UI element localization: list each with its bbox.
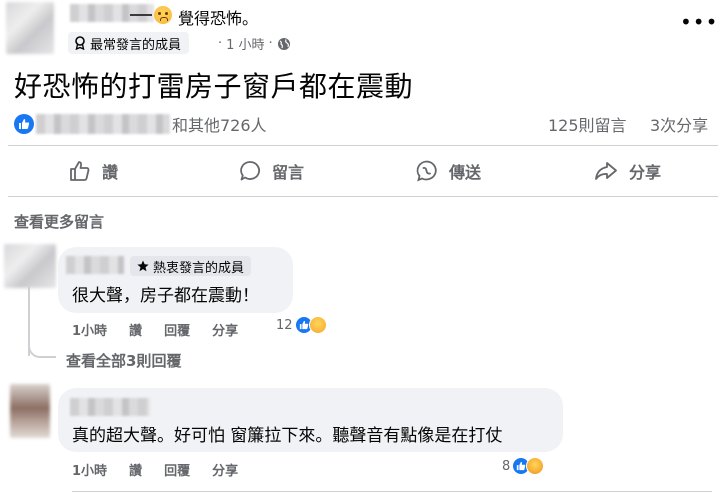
care-face-icon	[526, 457, 545, 475]
comment-like-link[interactable]: 讚	[129, 460, 142, 479]
share-label: 分享	[629, 163, 662, 182]
reactor-names-redacted[interactable]	[36, 114, 170, 134]
poster-name-redacted[interactable]	[70, 4, 154, 22]
messenger-icon	[416, 160, 437, 182]
member-badge-label: 最常發言的成員	[90, 37, 182, 53]
comment-share-link[interactable]: 分享	[212, 460, 238, 479]
member-badge: 最常發言的成員	[68, 32, 190, 54]
comment-text: 真的超大聲。好可怕 窗簾拉下來。聽聲音有點像是在打仗	[72, 426, 503, 446]
comment-icon	[240, 161, 260, 181]
divider	[8, 145, 718, 146]
send-button[interactable]: 傳送	[415, 154, 481, 188]
comment-actions: 1小時 讚 回覆 分享	[72, 320, 238, 339]
thumbs-up-icon	[70, 161, 90, 181]
scared-face-icon	[154, 6, 172, 24]
comments-count[interactable]: 125則留言	[548, 112, 627, 136]
comment-time[interactable]: 1小時	[72, 460, 107, 479]
award-icon	[75, 36, 85, 50]
more-options-icon[interactable]: •••	[680, 10, 718, 34]
feeling-text: 覺得恐怖。	[178, 9, 259, 28]
comment-reply-link[interactable]: 回覆	[164, 320, 190, 339]
star-icon	[137, 260, 149, 272]
share-arrow-icon	[595, 162, 617, 180]
view-more-comments-link[interactable]: 查看更多留言	[14, 211, 104, 232]
commenter-avatar[interactable]	[10, 384, 50, 438]
commenter-name-redacted[interactable]	[70, 398, 150, 416]
comment-like-link[interactable]: 讚	[129, 320, 142, 339]
thumbs-up-icon	[19, 119, 30, 129]
comment-reactions[interactable]: 8	[502, 457, 545, 475]
thumbs-up-icon	[299, 320, 308, 330]
like-button[interactable]: 讚	[68, 154, 118, 188]
comment-reaction-count: 12	[276, 317, 293, 333]
comment-reply-link[interactable]: 回覆	[164, 460, 190, 479]
fan-badge: 熱衷發言的成員	[130, 256, 252, 276]
send-label: 傳送	[449, 163, 482, 182]
commenter-avatar[interactable]	[4, 244, 56, 288]
comment-actions: 1小時 讚 回覆 分享	[72, 460, 238, 479]
like-label: 讚	[102, 163, 119, 182]
reactors-text[interactable]: 和其他726人	[172, 112, 267, 136]
share-button[interactable]: 分享	[593, 154, 661, 188]
post-title: 好恐怖的打雷房子窗戶都在震動	[14, 70, 414, 103]
post-time[interactable]: 1 小時	[226, 34, 264, 53]
shares-count[interactable]: 3次分享	[650, 112, 708, 136]
divider	[8, 196, 718, 197]
post-meta: · 1 小時 ·	[218, 34, 291, 53]
feeling-separator	[130, 14, 152, 16]
commenter-name-redacted[interactable]	[66, 256, 124, 274]
comment-label: 留言	[272, 163, 305, 182]
comment-button[interactable]: 留言	[238, 154, 304, 188]
comment-reaction-count: 8	[502, 458, 511, 474]
comment-reactions[interactable]: 12	[276, 316, 327, 334]
poster-avatar[interactable]	[6, 2, 54, 54]
like-reaction-icon[interactable]	[14, 114, 34, 134]
thumbs-up-icon	[517, 461, 526, 471]
divider	[72, 491, 712, 492]
globe-icon	[277, 37, 290, 50]
comment-text: 很大聲，房子都在震動！	[72, 286, 259, 306]
comment-share-link[interactable]: 分享	[212, 320, 238, 339]
thread-connector	[28, 340, 56, 358]
comment-time[interactable]: 1小時	[72, 320, 107, 339]
view-all-replies-link[interactable]: 查看全部3則回覆	[66, 350, 181, 371]
fan-badge-label: 熱衷發言的成員	[153, 260, 245, 276]
sad-face-icon	[308, 316, 327, 334]
